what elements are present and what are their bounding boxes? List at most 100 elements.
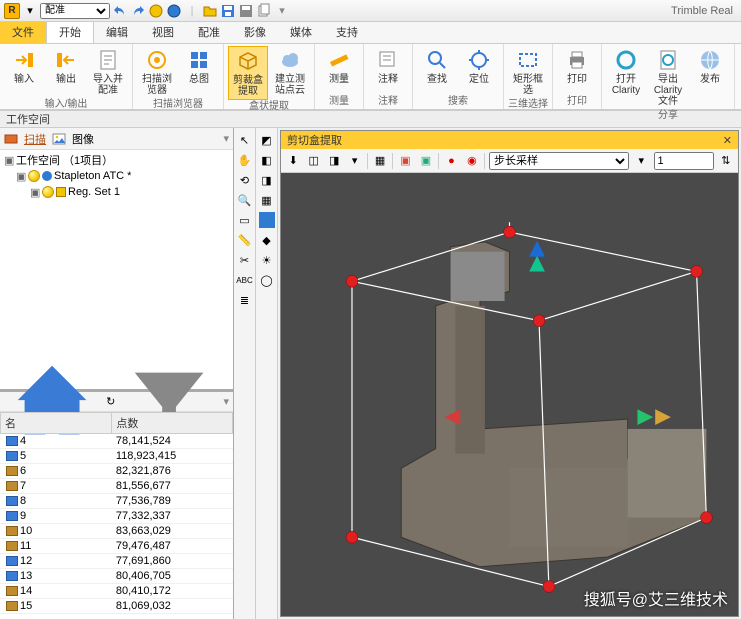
- separator: [392, 153, 393, 169]
- rectselect-button[interactable]: 矩形框选: [508, 46, 548, 98]
- vt-box2-icon[interactable]: ▣: [418, 152, 434, 170]
- refresh-icon[interactable]: ↻: [106, 395, 115, 408]
- sphere-yellow-icon[interactable]: [148, 3, 164, 19]
- vt-grid-icon[interactable]: ▦: [372, 152, 388, 170]
- copy-icon[interactable]: [256, 3, 272, 19]
- vt-export-icon[interactable]: ⬇: [285, 152, 301, 170]
- table-row[interactable]: 877,536,789: [0, 494, 233, 509]
- sphere-blue-icon[interactable]: [166, 3, 182, 19]
- step-input[interactable]: [654, 152, 714, 170]
- locate-button[interactable]: 定位: [459, 46, 499, 87]
- sampling-select[interactable]: 步长采样: [489, 152, 629, 170]
- image-tab-label[interactable]: 图像: [72, 131, 94, 147]
- canvas-3d[interactable]: 搜狐号@艾三维技术: [281, 173, 738, 616]
- qat-more-icon[interactable]: ▾: [274, 3, 290, 19]
- measure-button[interactable]: 测量: [319, 46, 359, 87]
- find-button[interactable]: 查找: [417, 46, 457, 87]
- col-name-header[interactable]: 名: [1, 413, 112, 434]
- table-row[interactable]: 1179,476,487: [0, 539, 233, 554]
- scanbrowser-button[interactable]: 扫描浏览器: [137, 46, 177, 98]
- print-button[interactable]: 打印: [557, 46, 597, 87]
- bulb-icon[interactable]: [42, 186, 54, 198]
- openclarity-button[interactable]: 打开Clarity: [606, 46, 646, 98]
- tab-image[interactable]: 影像: [232, 22, 278, 43]
- vtool2-e-icon[interactable]: ◆: [259, 232, 275, 248]
- save-icon[interactable]: [220, 3, 236, 19]
- table-row[interactable]: 1380,406,705: [0, 569, 233, 584]
- viewport[interactable]: 剪切盒提取 ✕ ⬇ ◫ ◨ ▾ ▦ ▣ ▣ ● ◉ 步长采样 ▾ ⇅: [280, 130, 739, 617]
- table-row[interactable]: 1581,069,032: [0, 599, 233, 614]
- annotation-button[interactable]: 注释: [368, 46, 408, 87]
- expander-icon[interactable]: ▣: [4, 154, 14, 167]
- table-row[interactable]: 1083,663,029: [0, 524, 233, 539]
- tab-edit[interactable]: 编辑: [94, 22, 140, 43]
- vtool2-color-icon[interactable]: [259, 212, 275, 228]
- import-button[interactable]: 输入: [4, 46, 44, 87]
- vt-down-icon[interactable]: ▾: [346, 152, 362, 170]
- col-points-header[interactable]: 点数: [112, 413, 233, 434]
- image-tab-icon[interactable]: [52, 132, 66, 146]
- vtool-clip-icon[interactable]: ✂: [237, 252, 253, 268]
- export-button[interactable]: 输出: [46, 46, 86, 87]
- tab-file[interactable]: 文件: [0, 22, 46, 43]
- vtool2-f-icon[interactable]: ☀: [259, 252, 275, 268]
- expander-icon[interactable]: ▣: [30, 186, 40, 199]
- scan-tab-icon[interactable]: [4, 132, 18, 146]
- stationcloud-button[interactable]: 建立测站点云: [270, 46, 310, 98]
- ribbon-group-label: 注释: [368, 95, 408, 109]
- table-row[interactable]: 781,556,677: [0, 479, 233, 494]
- tree-set[interactable]: ▣ Reg. Set 1: [2, 184, 231, 200]
- scan-tab-label[interactable]: 扫描: [24, 131, 46, 147]
- tab-start[interactable]: 开始: [46, 22, 94, 43]
- close-icon[interactable]: ✕: [723, 134, 732, 147]
- publish-button[interactable]: 发布: [690, 46, 730, 87]
- tree-root[interactable]: ▣ 工作空间 （1项目）: [2, 152, 231, 168]
- table-row[interactable]: 1480,410,172: [0, 584, 233, 599]
- vtool-plane-icon[interactable]: ▭: [237, 212, 253, 228]
- expander-icon[interactable]: ▣: [16, 170, 26, 183]
- vt-front-icon[interactable]: ◫: [305, 152, 321, 170]
- vtool2-g-icon[interactable]: ◯: [259, 272, 275, 288]
- vtool2-d-icon[interactable]: ▦: [259, 192, 275, 208]
- vtool-layers-icon[interactable]: ≣: [237, 292, 253, 308]
- bulb-icon[interactable]: [28, 170, 40, 182]
- vt-record-icon[interactable]: ●: [443, 152, 459, 170]
- tab-view[interactable]: 视图: [140, 22, 186, 43]
- redo-icon[interactable]: [130, 3, 146, 19]
- vtool-measure-icon[interactable]: 📏: [237, 232, 253, 248]
- tab-support[interactable]: 支持: [324, 22, 370, 43]
- qat-dropdown-icon[interactable]: ▾: [22, 3, 38, 19]
- scan-table[interactable]: 名 点数 478,141,5245118,923,415682,321,8767…: [0, 412, 233, 614]
- qat-mode-select[interactable]: 配准: [40, 3, 110, 19]
- vt-side-icon[interactable]: ◨: [326, 152, 342, 170]
- undo-icon[interactable]: [112, 3, 128, 19]
- data-panel-menu-icon[interactable]: ▾: [223, 395, 229, 408]
- tab-register[interactable]: 配准: [186, 22, 232, 43]
- vtool2-c-icon[interactable]: ◨: [259, 172, 275, 188]
- vt-step-down-icon[interactable]: ▾: [633, 152, 649, 170]
- save2-icon[interactable]: [238, 3, 254, 19]
- table-row[interactable]: 1277,691,860: [0, 554, 233, 569]
- vt-step-ctrl-icon[interactable]: ⇅: [718, 152, 734, 170]
- tree-project[interactable]: ▣ Stapleton ATC *: [2, 168, 231, 184]
- vt-box1-icon[interactable]: ▣: [397, 152, 413, 170]
- tab-media[interactable]: 媒体: [278, 22, 324, 43]
- exportclarity-button[interactable]: 导出Clarity文件: [648, 46, 688, 109]
- vtool-zoom-icon[interactable]: 🔍: [237, 192, 253, 208]
- vtool-cursor-icon[interactable]: ↖: [237, 132, 253, 148]
- table-row[interactable]: 5118,923,415: [0, 449, 233, 464]
- clipbox-button[interactable]: 剪裁盒提取: [228, 46, 268, 100]
- table-row[interactable]: 977,332,337: [0, 509, 233, 524]
- vtool-abc-icon[interactable]: ABC: [237, 272, 253, 288]
- vtool-hand-icon[interactable]: ✋: [237, 152, 253, 168]
- left-panel-menu-icon[interactable]: ▾: [223, 132, 229, 145]
- vt-rec2-icon[interactable]: ◉: [464, 152, 480, 170]
- overview-button[interactable]: 总图: [179, 46, 219, 87]
- open-icon[interactable]: [202, 3, 218, 19]
- vtool2-a-icon[interactable]: ◩: [259, 132, 275, 148]
- vtool2-b-icon[interactable]: ◧: [259, 152, 275, 168]
- vtool-rotate-icon[interactable]: ⟲: [237, 172, 253, 188]
- table-row[interactable]: 478,141,524: [0, 434, 233, 449]
- importmatch-button[interactable]: 导入并配准: [88, 46, 128, 98]
- table-row[interactable]: 682,321,876: [0, 464, 233, 479]
